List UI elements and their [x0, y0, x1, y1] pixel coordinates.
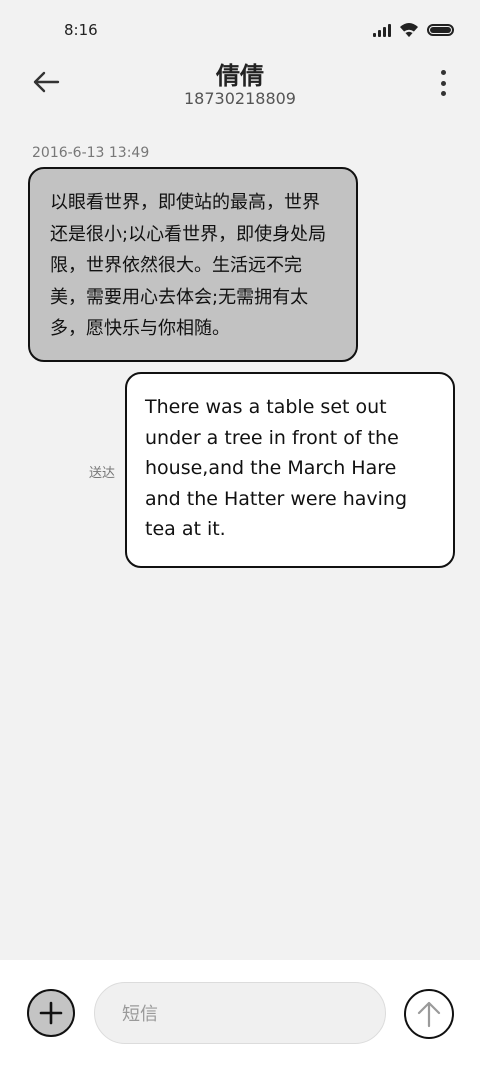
incoming-message-text: 以眼看世界，即使站的最高，世界还是很小;以心看世界，即使身处局限，世界依然很大。… [50, 192, 327, 339]
sms-input[interactable]: 短信 [94, 982, 386, 1044]
delivery-status: 送达 [89, 466, 116, 481]
status-bar: 8:16 [0, 0, 480, 60]
sms-input-placeholder: 短信 [122, 1004, 158, 1025]
outgoing-message-text: There was a table set out under a tree i… [145, 396, 408, 540]
contact-number: 18730218809 [184, 89, 296, 108]
add-attachment-button[interactable] [27, 989, 75, 1037]
conversation-header: 倩倩 18730218809 [0, 56, 480, 116]
composer-bar: 短信 [0, 960, 480, 1066]
outgoing-message-bubble[interactable]: There was a table set out under a tree i… [125, 372, 455, 568]
plus-icon [39, 1001, 63, 1025]
signal-icon [373, 23, 391, 37]
message-timestamp: 2016-6-13 13:49 [32, 145, 150, 161]
status-icons [373, 22, 454, 38]
battery-icon [427, 24, 454, 36]
contact-name: 倩倩 [216, 62, 264, 90]
send-button[interactable] [404, 989, 454, 1039]
arrow-up-icon [417, 1001, 441, 1028]
status-time: 8:16 [64, 21, 98, 39]
more-vertical-icon [440, 70, 446, 75]
more-options-button[interactable] [436, 70, 450, 96]
incoming-message-bubble[interactable]: 以眼看世界，即使站的最高，世界还是很小;以心看世界，即使身处局限，世界依然很大。… [28, 167, 358, 362]
sms-conversation-screen: 8:16 倩倩 18730218809 2016-6-13 13:49 以眼看世… [0, 0, 480, 1066]
wifi-icon [400, 23, 418, 37]
